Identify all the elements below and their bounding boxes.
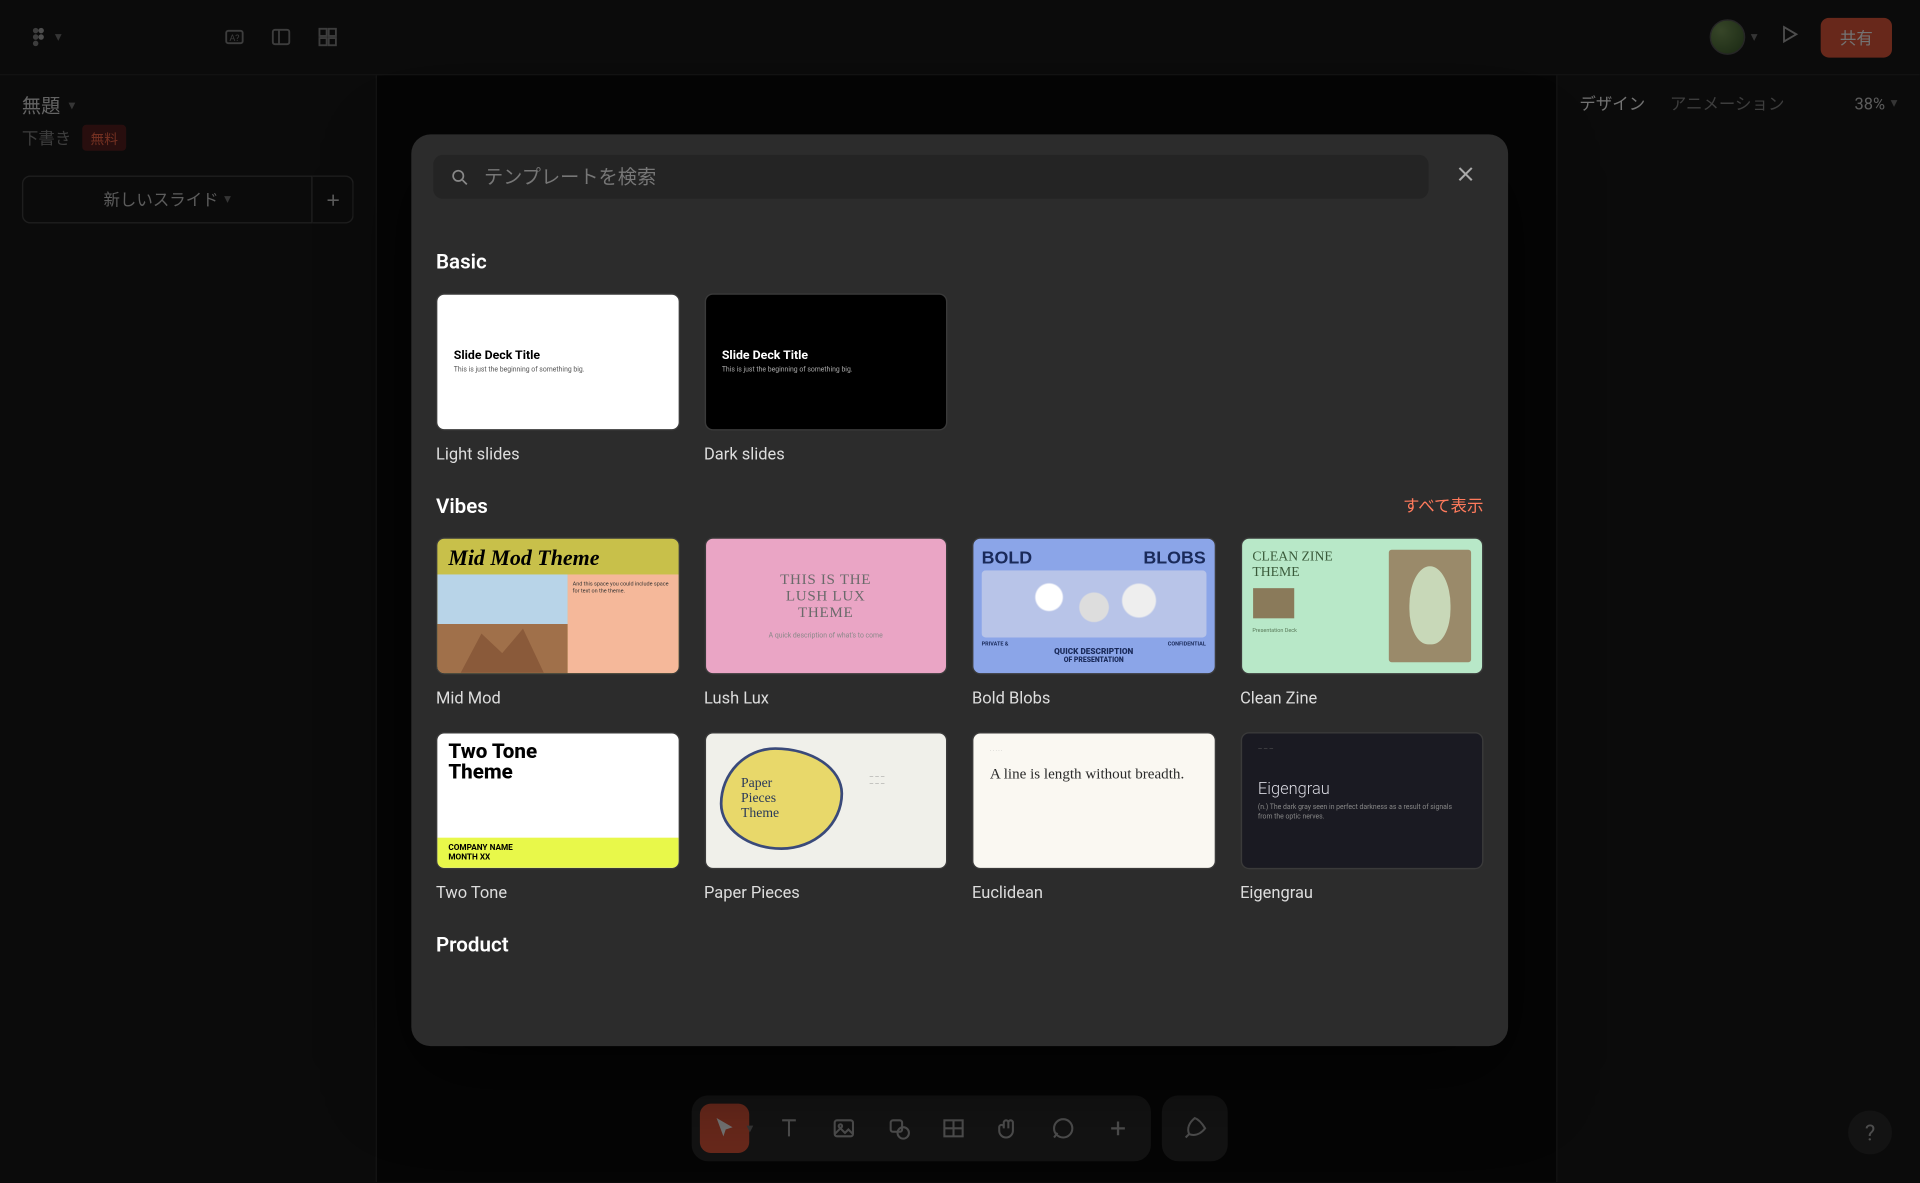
template-bold-blobs[interactable]: BOLDBLOBS PRIVATE &CONFIDENTIAL QUICK DE… xyxy=(972,537,1215,707)
search-input[interactable] xyxy=(484,166,1412,188)
template-clean-zine[interactable]: CLEAN ZINETHEME Presentation Deck Clean … xyxy=(1240,537,1483,707)
thumbnail: BOLDBLOBS PRIVATE &CONFIDENTIAL QUICK DE… xyxy=(972,537,1215,674)
template-dark-slides[interactable]: Slide Deck Title This is just the beginn… xyxy=(704,293,947,463)
template-label: Bold Blobs xyxy=(972,688,1215,707)
thumbnail: — — — Eigengrau (n.) The dark gray seen … xyxy=(1240,732,1483,869)
template-mid-mod[interactable]: Mid Mod Theme And this space you could i… xyxy=(436,537,679,707)
template-modal: Basic Slide Deck Title This is just the … xyxy=(411,134,1508,1046)
template-label: Mid Mod xyxy=(436,688,679,707)
thumbnail: Mid Mod Theme And this space you could i… xyxy=(436,537,679,674)
thumbnail: Slide Deck Title This is just the beginn… xyxy=(704,293,947,430)
thumbnail: PaperPiecesTheme — — —— — — xyxy=(704,732,947,869)
thumbnail: Two ToneTheme COMPANY NAMEMONTH XX xyxy=(436,732,679,869)
template-paper-pieces[interactable]: PaperPiecesTheme — — —— — — Paper Pieces xyxy=(704,732,947,902)
thumbnail: CLEAN ZINETHEME Presentation Deck xyxy=(1240,537,1483,674)
template-label: Clean Zine xyxy=(1240,688,1483,707)
close-button[interactable] xyxy=(1445,154,1486,201)
section-product: Product xyxy=(436,932,509,957)
thumbnail: · · · · · A line is length without bread… xyxy=(972,732,1215,869)
template-label: Dark slides xyxy=(704,444,947,463)
template-label: Euclidean xyxy=(972,882,1215,901)
template-eigengrau[interactable]: — — — Eigengrau (n.) The dark gray seen … xyxy=(1240,732,1483,902)
template-lush-lux[interactable]: THIS IS THE LUSH LUX THEME A quick descr… xyxy=(704,537,947,707)
template-euclidean[interactable]: · · · · · A line is length without bread… xyxy=(972,732,1215,902)
section-basic: Basic xyxy=(436,250,487,275)
template-label: Paper Pieces xyxy=(704,882,947,901)
template-label: Lush Lux xyxy=(704,688,947,707)
section-vibes: Vibes xyxy=(436,493,488,518)
show-all-vibes[interactable]: すべて表示 xyxy=(1403,494,1483,517)
thumbnail: THIS IS THE LUSH LUX THEME A quick descr… xyxy=(704,537,947,674)
close-icon xyxy=(1453,162,1478,187)
template-label: Two Tone xyxy=(436,882,679,901)
search-icon xyxy=(450,167,471,188)
search-field-wrap[interactable] xyxy=(433,155,1428,199)
template-two-tone[interactable]: Two ToneTheme COMPANY NAMEMONTH XX Two T… xyxy=(436,732,679,902)
template-light-slides[interactable]: Slide Deck Title This is just the beginn… xyxy=(436,293,679,463)
template-label: Light slides xyxy=(436,444,679,463)
template-label: Eigengrau xyxy=(1240,882,1483,901)
thumbnail: Slide Deck Title This is just the beginn… xyxy=(436,293,679,430)
